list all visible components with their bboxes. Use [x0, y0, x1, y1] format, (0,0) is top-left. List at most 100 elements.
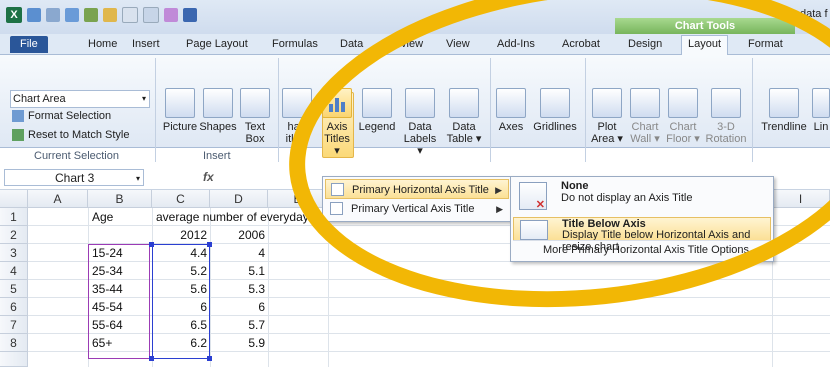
plot-area-label-2: Area ▾ — [591, 133, 623, 145]
tab-data[interactable]: Data — [334, 36, 369, 53]
shapes-button[interactable]: Shapes — [198, 88, 238, 133]
column-header-e[interactable]: E — [268, 190, 328, 208]
tab-design[interactable]: Design — [622, 36, 668, 53]
cell-d2[interactable]: 2006 — [210, 226, 265, 244]
picture-button[interactable]: Picture — [162, 88, 198, 133]
row-header[interactable]: 2 — [0, 226, 28, 244]
cell-c2[interactable]: 2012 — [152, 226, 207, 244]
tab-add-ins[interactable]: Add-Ins — [491, 36, 541, 53]
axis-titles-button[interactable]: Axis Titles ▾ — [320, 88, 354, 157]
no-title-icon: ✕ — [519, 182, 547, 211]
tab-acrobat[interactable]: Acrobat — [556, 36, 606, 53]
tab-home[interactable]: Home — [82, 36, 123, 53]
function-icon[interactable]: fx — [203, 170, 214, 184]
tab-page-layout[interactable]: Page Layout — [180, 36, 254, 53]
data-table-label-1: Data — [452, 121, 476, 133]
chart-element-select[interactable]: Chart Area ▾ — [10, 90, 150, 108]
legend-icon — [362, 88, 392, 118]
open-icon[interactable] — [103, 8, 117, 22]
page-icon[interactable] — [122, 7, 138, 23]
tab-layout[interactable]: Layout — [681, 35, 729, 55]
chart-tools-label: Chart Tools — [615, 18, 795, 34]
cell-d3[interactable]: 4 — [210, 244, 265, 262]
menu-option-none[interactable]: ✕ None Do not display an Axis Title — [513, 179, 771, 213]
group-divider — [278, 58, 279, 162]
row-header[interactable]: 7 — [0, 316, 28, 334]
picture-icon — [165, 88, 195, 118]
legend-button[interactable]: Legend — [358, 88, 396, 133]
chart-floor-label-1: Chart — [669, 121, 697, 133]
chart-wall-label-1: Chart — [631, 121, 659, 133]
undo-icon[interactable] — [27, 8, 41, 22]
gridlines-button[interactable]: Gridlines — [530, 88, 580, 133]
chart-title-button[interactable]: hart itle ▾ — [282, 88, 312, 145]
cell-d5[interactable]: 5.3 — [210, 280, 265, 298]
row-header[interactable]: 4 — [0, 262, 28, 280]
name-box[interactable]: Chart 3 ▾ — [4, 169, 144, 186]
row-header[interactable]: 8 — [0, 334, 28, 352]
legend-label: Legend — [358, 121, 396, 133]
text-box-button[interactable]: Text Box — [240, 88, 270, 145]
tab-insert[interactable]: Insert — [126, 36, 166, 53]
group-current-selection-label: Current Selection — [34, 150, 119, 162]
column-header-d[interactable]: D — [210, 190, 268, 208]
group-divider — [752, 58, 753, 162]
chart-floor-button[interactable]: Chart Floor ▾ — [666, 88, 700, 145]
group-divider — [155, 58, 156, 162]
gridline — [268, 208, 269, 367]
chart-wall-button[interactable]: Chart Wall ▾ — [628, 88, 662, 145]
axes-button[interactable]: Axes — [496, 88, 526, 133]
column-header-c[interactable]: C — [152, 190, 210, 208]
chevron-right-icon: ▶ — [495, 185, 502, 195]
table-icon[interactable] — [84, 8, 98, 22]
row-header[interactable]: 6 — [0, 298, 28, 316]
chart-wall-label-2: Wall ▾ — [630, 133, 660, 145]
rotation-button[interactable]: 3-D Rotation — [704, 88, 748, 145]
tab-formulas[interactable]: Formulas — [266, 36, 324, 53]
tab-review[interactable]: Review — [381, 36, 429, 53]
reset-style-button[interactable]: Reset to Match Style — [12, 129, 130, 141]
range-handle[interactable] — [149, 356, 154, 361]
document-title: data f — [800, 8, 828, 20]
data-table-label-2: Table ▾ — [446, 133, 482, 145]
column-header-b[interactable]: B — [88, 190, 152, 208]
cell-d6[interactable]: 6 — [210, 298, 265, 316]
row-header[interactable]: 1 — [0, 208, 28, 226]
cell-d4[interactable]: 5.1 — [210, 262, 265, 280]
range-handle[interactable] — [149, 242, 154, 247]
tab-view[interactable]: View — [440, 36, 476, 53]
data-labels-label-1: Data — [408, 121, 432, 133]
shapes-icon — [203, 88, 233, 118]
menu-option-more-options[interactable]: More Primary Horizontal Axis Title Optio… — [513, 240, 771, 259]
range-handle[interactable] — [207, 356, 212, 361]
trendline-button[interactable]: Trendline — [758, 88, 810, 133]
data-labels-button[interactable]: Data Labels ▾ — [400, 88, 440, 157]
tab-file[interactable]: File — [10, 36, 48, 53]
range-handle[interactable] — [207, 242, 212, 247]
quick-access-toolbar: X — [6, 7, 197, 23]
save-icon[interactable] — [183, 8, 197, 22]
chart-icon[interactable] — [65, 8, 79, 22]
sort-icon[interactable] — [164, 8, 178, 22]
lines-button[interactable]: Lin — [812, 88, 830, 133]
plot-area-button[interactable]: Plot Area ▾ — [590, 88, 624, 145]
print-preview-icon[interactable] — [143, 7, 159, 23]
row-header[interactable] — [0, 352, 28, 367]
data-table-button[interactable]: Data Table ▾ — [444, 88, 484, 145]
menu-option-title-below-axis[interactable]: Title Below Axis Display Title below Hor… — [513, 217, 771, 253]
row-header[interactable]: 3 — [0, 244, 28, 262]
cell-d8[interactable]: 5.9 — [210, 334, 265, 352]
menu-item-primary-horizontal-axis-title[interactable]: Primary Horizontal Axis Title ▶ — [325, 179, 509, 199]
redo-icon[interactable] — [46, 8, 60, 22]
menu-item-primary-vertical-axis-title[interactable]: Primary Vertical Axis Title ▶ — [325, 199, 509, 219]
tab-format[interactable]: Format — [742, 36, 789, 53]
format-selection-button[interactable]: Format Selection — [12, 110, 111, 122]
lines-icon — [812, 88, 830, 118]
cell-b1[interactable]: Age — [92, 208, 113, 226]
column-header-a[interactable]: A — [28, 190, 88, 208]
data-labels-label-2: Labels ▾ — [403, 133, 437, 157]
select-all-corner[interactable] — [0, 190, 28, 208]
column-header-i[interactable]: I — [772, 190, 830, 208]
row-header[interactable]: 5 — [0, 280, 28, 298]
cell-d7[interactable]: 5.7 — [210, 316, 265, 334]
